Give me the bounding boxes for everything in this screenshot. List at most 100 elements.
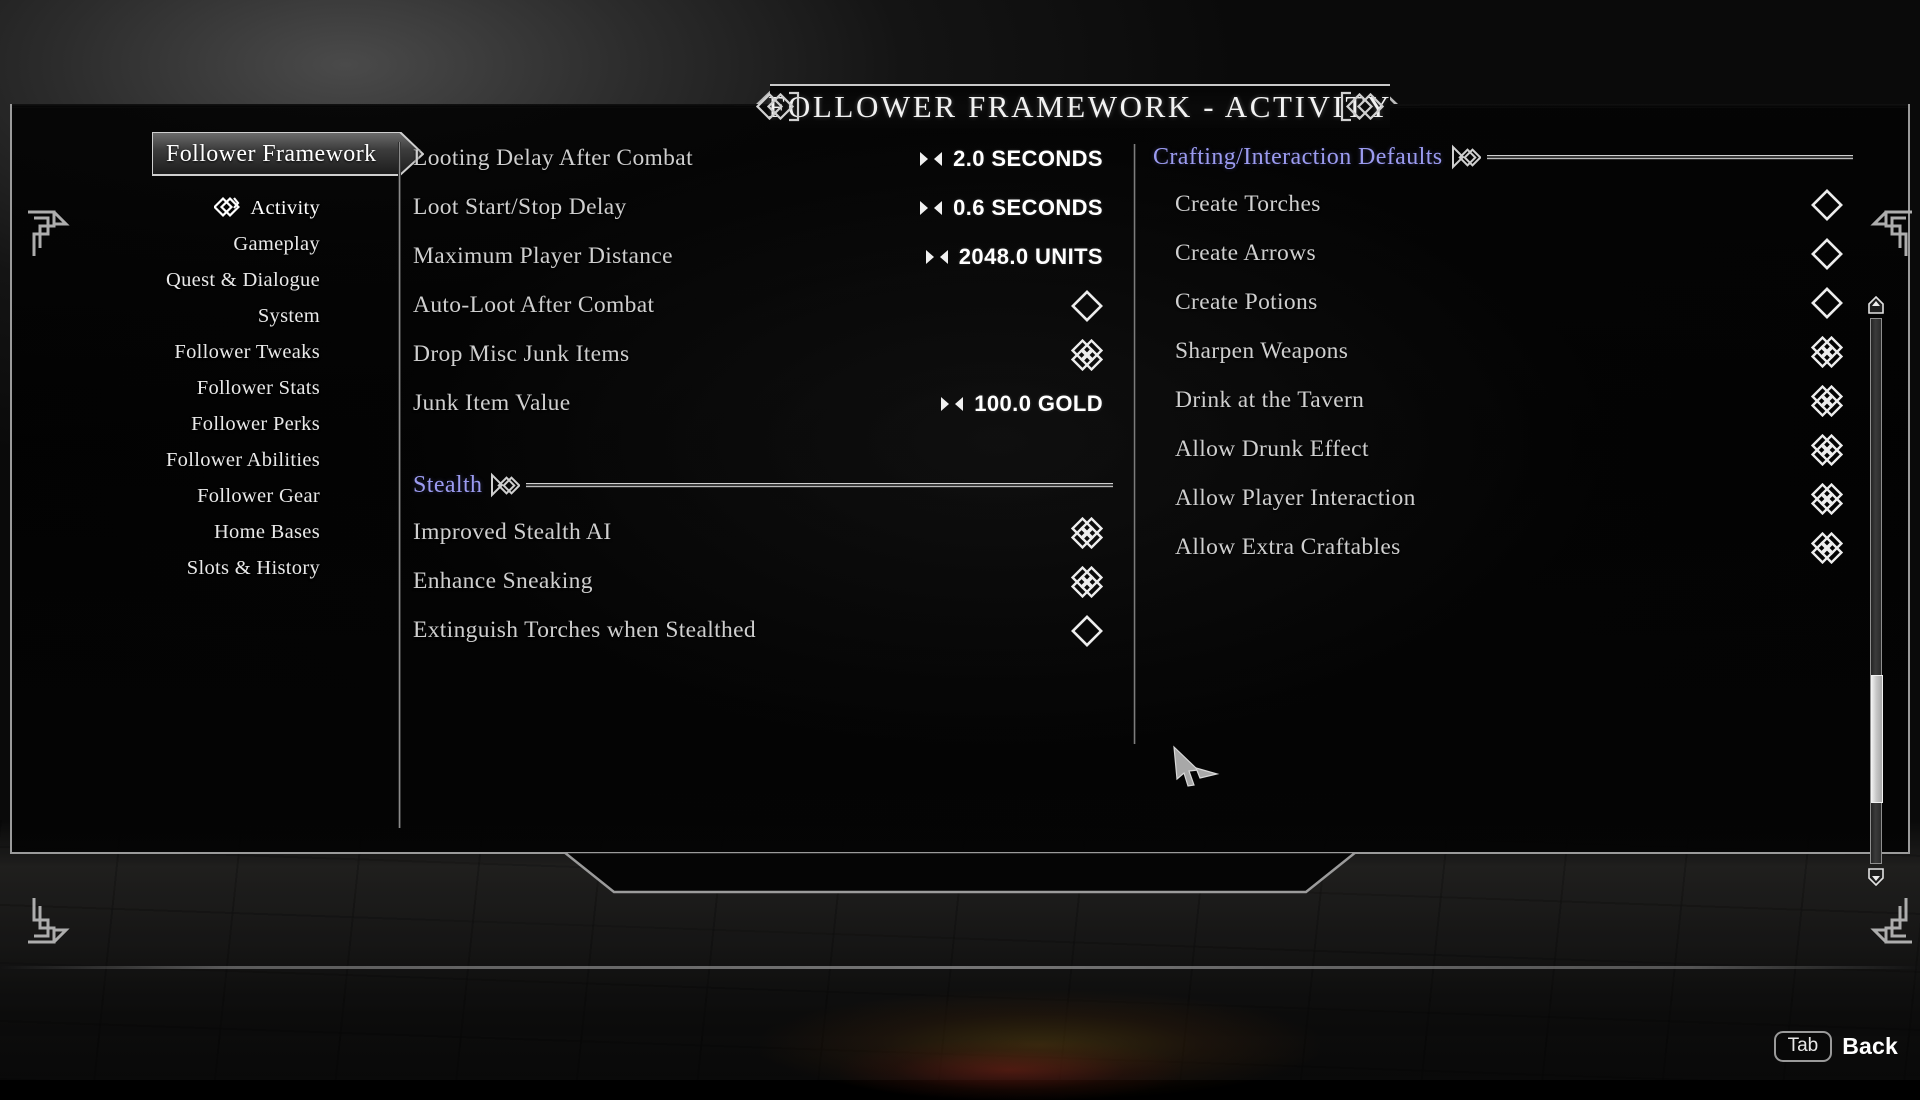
setting-row[interactable]: Enhance Sneaking [413, 557, 1103, 606]
sidebar-module-tab[interactable]: Follower Framework [152, 132, 424, 176]
sidebar-item-label: System [258, 305, 320, 328]
setting-row[interactable]: Drop Misc Junk Items [413, 330, 1103, 379]
window-title-bar: FOLLOWER FRAMEWORK - ACTIVITY [770, 84, 1390, 128]
setting-row[interactable]: Auto-Loot After Combat [413, 281, 1103, 330]
setting-row[interactable]: Allow Drunk Effect [1153, 425, 1843, 474]
setting-row[interactable]: Drink at the Tavern [1153, 376, 1843, 425]
setting-label: Loot Start/Stop Delay [413, 194, 627, 221]
checkbox-checked-icon[interactable] [1811, 483, 1843, 515]
setting-row[interactable]: Loot Start/Stop Delay 0.6 SECONDS [413, 183, 1103, 232]
checkbox-unchecked-icon[interactable] [1811, 238, 1843, 270]
scrollbar-track[interactable] [1870, 318, 1882, 864]
setting-control[interactable] [1811, 189, 1843, 221]
sidebar-item-follower-tweaks[interactable]: Follower Tweaks [12, 334, 320, 370]
setting-label: Create Arrows [1153, 240, 1316, 267]
setting-control[interactable] [1811, 483, 1843, 515]
slider-arrows-icon[interactable] [939, 395, 965, 413]
checkbox-checked-icon[interactable] [1811, 532, 1843, 564]
setting-row[interactable]: Looting Delay After Combat2.0 SECONDS [413, 134, 1103, 183]
setting-label: Allow Drunk Effect [1153, 436, 1369, 463]
checkbox-unchecked-icon[interactable] [1811, 287, 1843, 319]
corner-ornament-bottom-left [20, 898, 72, 955]
column-spacer [413, 428, 1113, 462]
checkbox-checked-icon[interactable] [1811, 385, 1843, 417]
sidebar-item-follower-perks[interactable]: Follower Perks [12, 406, 320, 442]
setting-row[interactable]: Maximum Player Distance 2048.0 UNITS [413, 232, 1103, 281]
setting-control[interactable] [1071, 517, 1103, 549]
section-title: Crafting/Interaction Defaults [1153, 144, 1443, 171]
setting-label: Create Torches [1153, 191, 1321, 218]
setting-row[interactable]: Junk Item Value100.0 GOLD [413, 379, 1103, 428]
checkbox-checked-icon[interactable] [1071, 517, 1103, 549]
sidebar-item-quest-dialogue[interactable]: Quest & Dialogue [12, 262, 320, 298]
sidebar-item-follower-gear[interactable]: Follower Gear [12, 478, 320, 514]
setting-control[interactable] [1811, 385, 1843, 417]
sidebar-item-label: Follower Gear [197, 485, 320, 508]
setting-control[interactable]: 2048.0 UNITS [924, 244, 1103, 270]
setting-row[interactable]: Allow Player Interaction [1153, 474, 1843, 523]
checkbox-checked-icon[interactable] [1811, 336, 1843, 368]
setting-control[interactable] [1071, 290, 1103, 322]
sidebar-item-follower-abilities[interactable]: Follower Abilities [12, 442, 320, 478]
setting-control[interactable] [1071, 615, 1103, 647]
checkbox-checked-icon[interactable] [1071, 566, 1103, 598]
slider-arrows-icon[interactable] [918, 150, 944, 168]
setting-row[interactable]: Sharpen Weapons [1153, 327, 1843, 376]
sidebar-item-label: Activity [250, 197, 320, 220]
setting-row[interactable]: Create Potions [1153, 278, 1843, 327]
setting-control[interactable] [1811, 238, 1843, 270]
setting-control[interactable] [1811, 287, 1843, 319]
scrollbar[interactable] [1868, 296, 1884, 886]
mouse-cursor [1172, 745, 1220, 796]
setting-row[interactable]: Create Torches [1153, 180, 1843, 229]
setting-control[interactable] [1071, 566, 1103, 598]
setting-value: 2048.0 UNITS [959, 244, 1103, 270]
sidebar-item-home-bases[interactable]: Home Bases [12, 514, 320, 550]
checkbox-unchecked-icon[interactable] [1811, 189, 1843, 221]
setting-value: 2.0 SECONDS [953, 146, 1103, 172]
setting-control[interactable] [1811, 532, 1843, 564]
background-horizon-line [0, 966, 1920, 969]
checkbox-checked-icon[interactable] [1811, 434, 1843, 466]
setting-control[interactable] [1071, 339, 1103, 371]
section-knot-icon [1451, 144, 1481, 170]
checkbox-unchecked-icon[interactable] [1071, 615, 1103, 647]
setting-row[interactable]: Improved Stealth AI [413, 508, 1103, 557]
setting-label: Allow Extra Craftables [1153, 534, 1401, 561]
section-rule [526, 483, 1113, 488]
setting-control[interactable]: 100.0 GOLD [939, 391, 1103, 417]
sidebar-item-follower-stats[interactable]: Follower Stats [12, 370, 320, 406]
sidebar-item-label: Slots & History [187, 557, 320, 580]
setting-row[interactable]: Allow Extra Craftables [1153, 523, 1843, 572]
setting-label: Maximum Player Distance [413, 243, 673, 270]
slider-arrows-icon[interactable] [924, 248, 950, 266]
sidebar-item-label: Follower Perks [191, 413, 320, 436]
scrollbar-up-arrow[interactable] [1868, 296, 1884, 314]
setting-row[interactable]: Extinguish Torches when Stealthed [413, 606, 1103, 655]
setting-control[interactable] [1811, 336, 1843, 368]
setting-control[interactable]: 0.6 SECONDS [918, 195, 1103, 221]
checkbox-checked-icon[interactable] [1071, 339, 1103, 371]
footer-hint: Tab Back [1774, 1031, 1898, 1062]
setting-control[interactable] [1811, 434, 1843, 466]
title-knot-right-icon [1340, 90, 1384, 129]
setting-control[interactable]: 2.0 SECONDS [918, 146, 1103, 172]
checkbox-unchecked-icon[interactable] [1071, 290, 1103, 322]
scrollbar-down-arrow[interactable] [1868, 868, 1884, 886]
setting-label: Drink at the Tavern [1153, 387, 1364, 414]
key-hint-action: Back [1842, 1033, 1898, 1060]
section-knot-icon [490, 472, 520, 498]
background-ember-glow [840, 1040, 1180, 1100]
setting-label: Improved Stealth AI [413, 519, 612, 546]
setting-value: 0.6 SECONDS [953, 195, 1103, 221]
sidebar-item-label: Follower Abilities [166, 449, 320, 472]
slider-arrows-icon[interactable] [918, 199, 944, 217]
key-hint-tab[interactable]: Tab [1774, 1031, 1833, 1062]
sidebar-item-system[interactable]: System [12, 298, 320, 334]
setting-row[interactable]: Create Arrows [1153, 229, 1843, 278]
sidebar-item-slots-history[interactable]: Slots & History [12, 550, 320, 586]
sidebar-item-label: Quest & Dialogue [166, 269, 320, 292]
setting-label: Extinguish Torches when Stealthed [413, 617, 756, 644]
setting-value: 100.0 GOLD [974, 391, 1103, 417]
scrollbar-thumb[interactable] [1871, 675, 1883, 803]
